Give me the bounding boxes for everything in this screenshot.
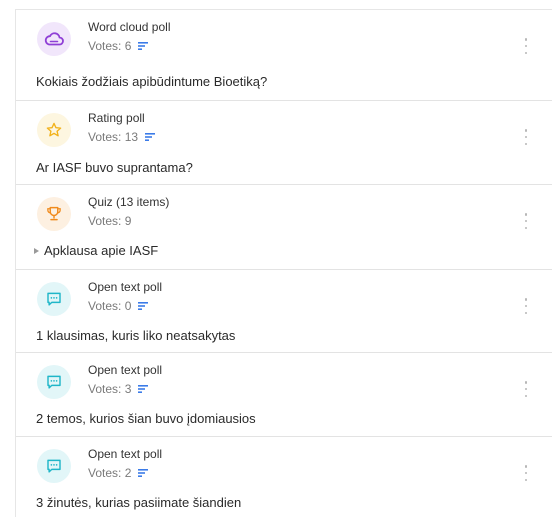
votes-count: Votes: 6	[88, 39, 132, 53]
results-bars-icon[interactable]	[138, 42, 149, 50]
poll-question: 3 žinutės, kurias pasiimate šiandien	[36, 495, 242, 510]
poll-card-rating[interactable]: Rating poll Votes: 13 Ar IASF buvo supra…	[16, 101, 552, 185]
poll-type-label: Word cloud poll	[88, 20, 171, 34]
votes-count: Votes: 3	[88, 382, 132, 396]
votes-row: Votes: 9	[88, 214, 131, 228]
chat-icon	[37, 449, 71, 483]
poll-question: 1 klausimas, kuris liko neatsakytas	[36, 328, 236, 343]
poll-list: Word cloud poll Votes: 6 Kokiais žodžiai…	[15, 9, 552, 518]
votes-row: Votes: 0	[88, 299, 149, 313]
poll-type-label: Rating poll	[88, 111, 145, 125]
poll-type-label: Open text poll	[88, 280, 163, 294]
votes-row: Votes: 6	[88, 39, 149, 53]
votes-count: Votes: 9	[88, 214, 132, 228]
poll-type-label: Quiz (13 items)	[88, 195, 170, 209]
poll-card-open-text[interactable]: Open text poll Votes: 3 2 temos, kurios …	[16, 353, 552, 437]
poll-card-open-text[interactable]: Open text poll Votes: 0 1 klausimas, kur…	[16, 270, 552, 353]
quiz-title: Apklausa apie IASF	[44, 243, 159, 258]
poll-card-quiz[interactable]: Quiz (13 items) Votes: 9 Apklausa apie I…	[16, 185, 552, 270]
results-bars-icon[interactable]	[138, 469, 149, 477]
poll-type-label: Open text poll	[88, 363, 163, 377]
votes-count: Votes: 2	[88, 466, 132, 480]
results-bars-icon[interactable]	[145, 133, 156, 141]
votes-count: Votes: 13	[88, 130, 139, 144]
poll-question: 2 temos, kurios šian buvo įdomiausios	[36, 411, 256, 426]
results-bars-icon[interactable]	[138, 302, 149, 310]
more-options-button[interactable]	[521, 465, 531, 481]
votes-count: Votes: 0	[88, 299, 132, 313]
chat-icon	[37, 365, 71, 399]
poll-card-open-text[interactable]: Open text poll Votes: 2 3 žinutės, kuria…	[16, 437, 552, 518]
trophy-icon	[37, 197, 71, 231]
more-options-button[interactable]	[521, 298, 531, 314]
more-options-button[interactable]	[521, 38, 531, 54]
word-cloud-icon	[37, 22, 71, 56]
votes-row: Votes: 3	[88, 382, 149, 396]
results-bars-icon[interactable]	[138, 385, 149, 393]
poll-question: Kokiais žodžiais apibūdintume Bioetiką?	[36, 74, 268, 89]
more-options-button[interactable]	[521, 129, 531, 145]
star-icon	[37, 113, 71, 147]
more-options-button[interactable]	[521, 213, 531, 229]
chat-icon	[37, 282, 71, 316]
votes-row: Votes: 13	[88, 130, 156, 144]
more-options-button[interactable]	[521, 381, 531, 397]
poll-type-label: Open text poll	[88, 447, 163, 461]
caret-right-icon	[34, 247, 39, 254]
poll-question: Ar IASF buvo suprantama?	[36, 160, 193, 175]
votes-row: Votes: 2	[88, 466, 149, 480]
poll-card-word-cloud[interactable]: Word cloud poll Votes: 6 Kokiais žodžiai…	[16, 10, 552, 101]
quiz-expand-toggle[interactable]: Apklausa apie IASF	[34, 243, 158, 258]
